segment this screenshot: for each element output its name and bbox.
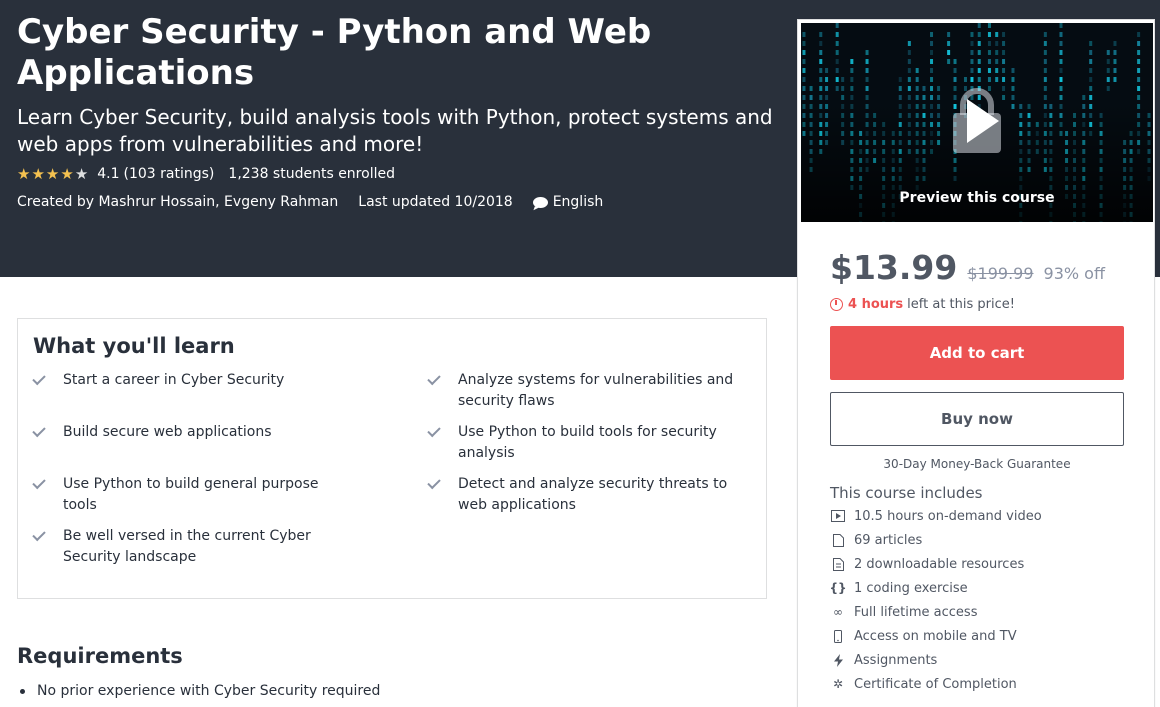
bullet-icon <box>20 689 25 694</box>
star-icon: ★ <box>31 165 45 183</box>
add-to-cart-button[interactable]: Add to cart <box>830 326 1124 380</box>
include-item: {} 1 coding exercise <box>829 578 968 598</box>
check-icon <box>32 527 46 542</box>
include-label: Certificate of Completion <box>854 676 1017 692</box>
price-original: $199.99 <box>967 264 1034 283</box>
learn-item-text: Detect and analyze security threats to w… <box>458 476 728 513</box>
last-updated: Last updated 10/2018 <box>358 194 513 210</box>
learn-item: Detect and analyze security threats to w… <box>427 474 728 516</box>
check-icon <box>427 475 441 490</box>
check-icon <box>32 423 46 438</box>
learn-item: Analyze systems for vulnerabilities and … <box>427 370 748 412</box>
requirements-heading: Requirements <box>17 644 183 668</box>
instructors[interactable]: Created by Mashrur Hossain, Evgeny Rahma… <box>17 194 338 210</box>
rating-value: 4.1 <box>97 166 120 182</box>
timer-hours: 4 hours <box>848 296 904 312</box>
learn-item: Start a career in Cyber Security <box>32 370 353 391</box>
include-label: Assignments <box>854 652 938 668</box>
buy-now-button[interactable]: Buy now <box>830 392 1124 446</box>
meta-row: Created by Mashrur Hossain, Evgeny Rahma… <box>17 191 603 213</box>
star-icon: ★ <box>45 165 60 183</box>
learn-item: Use Python to build general purpose tool… <box>32 474 323 516</box>
include-item: ✲ Certificate of Completion <box>830 674 1017 694</box>
article-icon <box>830 532 846 548</box>
star-empty-icon: ★ <box>74 165 89 183</box>
infinity-icon: ∞ <box>833 605 843 619</box>
certificate-icon: ✲ <box>832 677 844 691</box>
language-label: English <box>552 194 604 210</box>
video-icon <box>830 508 846 524</box>
include-item: Assignments <box>830 650 937 670</box>
lightning-icon <box>830 652 846 668</box>
include-label: 2 downloadable resources <box>854 556 1025 572</box>
timer-text: left at this price! <box>907 296 1015 312</box>
rating-count[interactable]: (103 ratings) <box>124 166 215 182</box>
purchase-sidebar: Preview this course $13.99 $199.99 93% o… <box>797 19 1155 707</box>
learn-heading: What you'll learn <box>33 334 235 358</box>
language: English <box>532 194 604 210</box>
speech-bubble-icon <box>532 196 548 208</box>
learn-item-text: Use Python to build tools for security a… <box>458 424 717 461</box>
what-you-learn-box: What you'll learn Start a career in Cybe… <box>17 318 767 599</box>
include-item: 2 downloadable resources <box>830 554 1024 574</box>
learn-item: Build secure web applications <box>32 422 353 443</box>
learn-item-text: Start a career in Cyber Security <box>63 372 285 388</box>
learn-item: Be well versed in the current Cyber Secu… <box>32 526 323 568</box>
play-icon[interactable] <box>937 81 1017 161</box>
include-label: 10.5 hours on-demand video <box>854 508 1042 524</box>
rating-stars: ★ ★ ★ ★ ★ <box>17 164 89 184</box>
learn-item: Use Python to build tools for security a… <box>427 422 748 464</box>
include-label: Access on mobile and TV <box>854 628 1017 644</box>
learn-item-text: Build secure web applications <box>63 424 272 440</box>
learn-item-text: Use Python to build general purpose tool… <box>63 476 319 513</box>
include-label: 1 coding exercise <box>854 580 968 596</box>
include-item: Access on mobile and TV <box>830 626 1017 646</box>
include-item: 69 articles <box>830 530 922 550</box>
check-icon <box>32 371 46 386</box>
code-icon: {} <box>829 581 847 595</box>
course-subtitle: Learn Cyber Security, build analysis too… <box>17 105 773 156</box>
money-back-guarantee: 30-Day Money-Back Guarantee <box>883 457 1071 471</box>
sale-timer: 4 hours left at this price! <box>830 295 1015 313</box>
alarm-clock-icon <box>830 297 843 311</box>
price-row: $13.99 $199.99 93% off <box>830 248 1105 288</box>
include-label: Full lifetime access <box>854 604 978 620</box>
download-icon <box>830 556 846 572</box>
learn-item-text: Be well versed in the current Cyber Secu… <box>63 528 311 565</box>
course-preview[interactable]: Preview this course <box>801 23 1153 222</box>
students-enrolled: 1,238 students enrolled <box>228 166 395 182</box>
mobile-icon <box>830 628 846 644</box>
requirement-item: No prior experience with Cyber Security … <box>20 681 380 702</box>
check-icon <box>32 475 46 490</box>
requirement-text: No prior experience with Cyber Security … <box>37 683 381 699</box>
include-item: 10.5 hours on-demand video <box>830 506 1042 526</box>
course-title: Cyber Security - Python and Web Applicat… <box>17 12 652 93</box>
include-item: ∞ Full lifetime access <box>830 602 977 622</box>
check-icon <box>427 371 441 386</box>
price-discount: 93% off <box>1043 264 1105 283</box>
includes-heading: This course includes <box>830 484 983 502</box>
preview-label: Preview this course <box>899 190 1055 206</box>
include-label: 69 articles <box>854 532 923 548</box>
learn-item-text: Analyze systems for vulnerabilities and … <box>458 372 734 409</box>
rating-row: ★ ★ ★ ★ ★ 4.1 (103 ratings) 1,238 studen… <box>17 164 395 184</box>
price-current: $13.99 <box>830 248 958 287</box>
check-icon <box>427 423 441 438</box>
star-icon: ★ <box>60 165 74 183</box>
star-icon: ★ <box>17 165 31 183</box>
